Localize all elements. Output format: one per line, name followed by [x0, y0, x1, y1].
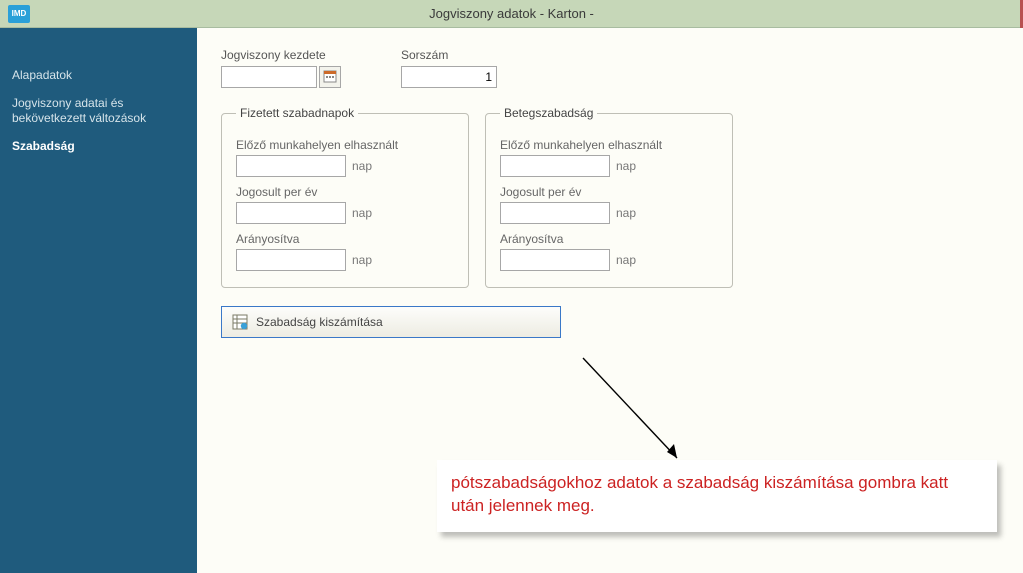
unit-sick-year: nap: [616, 206, 636, 220]
input-paid-prev[interactable]: [236, 155, 346, 177]
unit-sick-prev: nap: [616, 159, 636, 173]
legend-beteg: Betegszabadság: [500, 106, 597, 120]
input-sick-prev[interactable]: [500, 155, 610, 177]
sidebar-item-alapadatok[interactable]: Alapadatok: [12, 62, 185, 90]
unit-paid-year: nap: [352, 206, 372, 220]
annotation-text: pótszabadságokhoz adatok a szabadság kis…: [451, 473, 948, 515]
label-sick-prev: Előző munkahelyen elhasznált: [500, 138, 718, 152]
label-jogviszony-kezdete: Jogviszony kezdete: [221, 48, 341, 62]
input-paid-year[interactable]: [236, 202, 346, 224]
unit-sick-prorated: nap: [616, 253, 636, 267]
input-jogviszony-kezdete[interactable]: [221, 66, 317, 88]
label-paid-year: Jogosult per év: [236, 185, 454, 199]
input-sick-prorated[interactable]: [500, 249, 610, 271]
label-sick-year: Jogosult per év: [500, 185, 718, 199]
input-sorszam[interactable]: [401, 66, 497, 88]
group-fizetett-szabadnapok: Fizetett szabadnapok Előző munkahelyen e…: [221, 106, 469, 288]
content-area: Jogviszony kezdete: [197, 28, 1023, 573]
table-calc-icon: [232, 314, 248, 330]
app-icon: IMD: [8, 5, 30, 23]
window-title: Jogviszony adatok - Karton -: [0, 6, 1023, 21]
titlebar: IMD Jogviszony adatok - Karton -: [0, 0, 1023, 28]
unit-paid-prorated: nap: [352, 253, 372, 267]
group-betegszabadsag: Betegszabadság Előző munkahelyen elhaszn…: [485, 106, 733, 288]
input-paid-prorated[interactable]: [236, 249, 346, 271]
calculate-button[interactable]: Szabadság kiszámítása: [221, 306, 561, 338]
sidebar-item-szabadsag[interactable]: Szabadság: [12, 133, 185, 161]
calculate-button-label: Szabadság kiszámítása: [256, 315, 383, 329]
unit-paid-prev: nap: [352, 159, 372, 173]
sidebar: Alapadatok Jogviszony adatai és bekövetk…: [0, 28, 197, 573]
label-paid-prev: Előző munkahelyen elhasznált: [236, 138, 454, 152]
field-jogviszony-kezdete: Jogviszony kezdete: [221, 48, 341, 88]
legend-fizetett: Fizetett szabadnapok: [236, 106, 358, 120]
annotation-note: pótszabadságokhoz adatok a szabadság kis…: [437, 460, 997, 532]
label-sick-prorated: Arányosítva: [500, 232, 718, 246]
calendar-button[interactable]: [319, 66, 341, 88]
field-sorszam: Sorszám: [401, 48, 497, 88]
annotation-arrow-icon: [577, 352, 697, 472]
sidebar-item-jogviszony-valtozasok[interactable]: Jogviszony adatai és bekövetkezett válto…: [12, 90, 185, 133]
label-sorszam: Sorszám: [401, 48, 497, 62]
calendar-icon: [323, 69, 337, 86]
input-sick-year[interactable]: [500, 202, 610, 224]
label-paid-prorated: Arányosítva: [236, 232, 454, 246]
